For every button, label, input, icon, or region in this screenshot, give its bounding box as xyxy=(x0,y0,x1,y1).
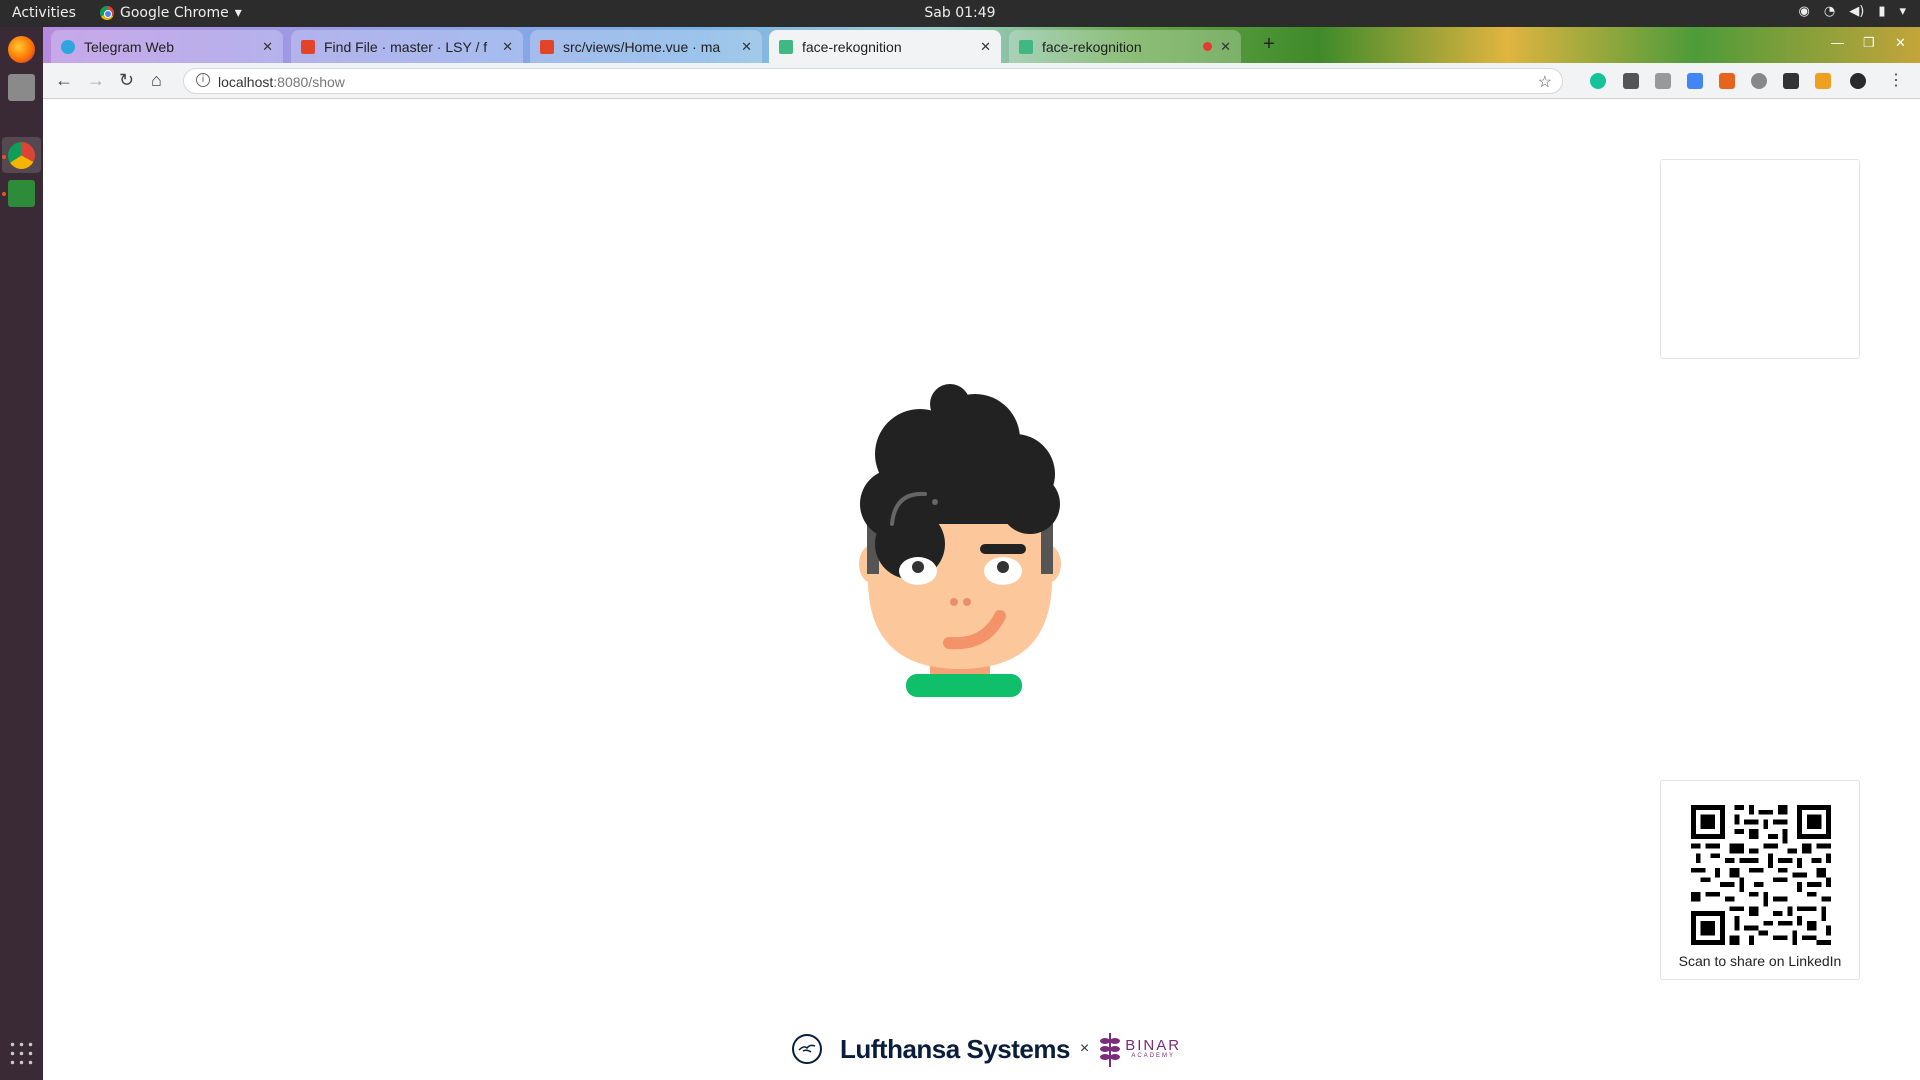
close-icon[interactable]: ✕ xyxy=(1220,39,1231,55)
vue-icon xyxy=(1019,39,1033,54)
camera-preview-box xyxy=(1660,159,1860,359)
activities-button[interactable]: Activities xyxy=(12,5,76,21)
avatar-nostril-left xyxy=(950,598,958,606)
gitlab-icon xyxy=(540,39,554,54)
home-icon[interactable]: ⌂ xyxy=(151,70,162,91)
url-path: :8080/show xyxy=(273,74,345,90)
forward-icon[interactable]: → xyxy=(87,70,105,91)
new-tab-button[interactable]: + xyxy=(1255,33,1283,57)
clock[interactable]: Sab 01:49 xyxy=(924,5,995,21)
tab-telegram[interactable]: Telegram Web ✕ xyxy=(51,30,283,63)
camera-icon[interactable] xyxy=(1655,73,1671,89)
qr-caption: Scan to share on LinkedIn xyxy=(1678,953,1842,969)
running-indicator xyxy=(2,192,6,196)
qr-code[interactable] xyxy=(1691,805,1831,945)
running-indicator xyxy=(2,155,6,159)
close-window-icon[interactable]: ✕ xyxy=(1895,35,1906,51)
close-icon[interactable]: ✕ xyxy=(741,39,752,55)
wifi-icon[interactable]: ◔ xyxy=(1824,4,1835,19)
tab-face-rekognition[interactable]: face-rekognition ✕ xyxy=(1009,30,1241,63)
vscode-icon[interactable] xyxy=(8,180,35,207)
system-tray[interactable]: ◉ ◔ ◀) ▮ ▾ xyxy=(1799,4,1906,19)
translate-icon[interactable] xyxy=(1687,73,1703,89)
lufthansa-systems-logo-text: Lufthansa Systems xyxy=(840,1033,1070,1064)
firefox-icon[interactable] xyxy=(8,36,35,63)
minimize-icon[interactable]: — xyxy=(1831,35,1844,50)
file-manager-icon[interactable] xyxy=(8,74,35,101)
app-menu-label: Google Chrome xyxy=(120,5,229,21)
tab-gitlab-home-vue[interactable]: src/views/Home.vue · ma ✕ xyxy=(530,30,762,63)
avatar-nostril-right xyxy=(963,598,971,606)
binar-subtitle: ACADEMY xyxy=(1131,1053,1175,1059)
binar-academy-logo: BINAR ACADEMY xyxy=(1099,1031,1181,1067)
back-icon[interactable]: ← xyxy=(55,70,73,91)
binar-wordmark: BINAR xyxy=(1125,1037,1182,1054)
brand-separator: × xyxy=(1079,1040,1090,1057)
grammarly-icon[interactable] xyxy=(1590,73,1606,89)
telegram-icon xyxy=(61,39,75,54)
close-icon[interactable]: ✕ xyxy=(262,39,273,55)
avatar-hair-shine-dot xyxy=(932,499,938,505)
eyedropper-icon[interactable] xyxy=(1623,73,1639,89)
avatar-eyebrow-right xyxy=(980,544,1026,554)
system-top-bar: Activities Google Chrome ▾ Sab 01:49 ◉ ◔… xyxy=(0,0,1920,27)
address-bar[interactable]: i localhost:8080/show ☆ xyxy=(183,68,1563,94)
bookmark-star-icon[interactable]: ☆ xyxy=(1538,72,1552,92)
avatar-pupil-right xyxy=(997,561,1009,573)
globe-icon[interactable] xyxy=(1751,73,1767,89)
binar-leaf-icon xyxy=(1100,1033,1121,1067)
extension-sc-icon[interactable] xyxy=(1719,73,1735,89)
chrome-tray-icon[interactable]: ◉ xyxy=(1799,4,1810,19)
browser-toolbar: ← → ↻ ⌂ i localhost:8080/show ☆ ⋮ xyxy=(43,63,1920,99)
dock xyxy=(0,27,43,1080)
linkedin-share-card: Scan to share on LinkedIn xyxy=(1660,780,1860,980)
app-menu[interactable]: Google Chrome ▾ xyxy=(100,5,242,21)
tab-strip: Telegram Web ✕ Find File · master · LSY … xyxy=(43,27,1920,63)
tab-title: face-rekognition xyxy=(1042,38,1142,55)
battery-icon[interactable]: ▮ xyxy=(1878,4,1885,19)
profile-avatar[interactable] xyxy=(1850,73,1866,89)
chevron-down-icon: ▾ xyxy=(234,5,242,21)
site-info-icon[interactable]: i xyxy=(196,73,210,87)
extension-dark-icon[interactable] xyxy=(1783,73,1799,89)
tab-title: src/views/Home.vue · ma xyxy=(563,38,721,55)
chrome-icon xyxy=(100,6,114,20)
avatar-illustration xyxy=(859,384,1061,697)
tab-title: face-rekognition xyxy=(802,38,902,55)
gitlab-icon xyxy=(301,39,315,54)
tab-gitlab-find-file[interactable]: Find File · master · LSY / f ✕ xyxy=(291,30,523,63)
footer-branding: Lufthansa Systems × BINAR ACADEMY xyxy=(792,1029,1181,1069)
avatar-eyebrow-left xyxy=(895,544,941,554)
chevron-down-icon[interactable]: ▾ xyxy=(1899,4,1906,19)
extension-badge-icon[interactable] xyxy=(1815,73,1831,89)
url-text[interactable]: localhost:8080/show xyxy=(218,74,345,90)
lufthansa-crane-icon xyxy=(792,1034,822,1064)
page-content: Scan to share on LinkedIn Lufthansa Syst… xyxy=(43,99,1920,1080)
close-icon[interactable]: ✕ xyxy=(502,39,513,55)
tab-title: Find File · master · LSY / f xyxy=(324,38,488,55)
close-icon[interactable]: ✕ xyxy=(980,39,991,55)
maximize-icon[interactable]: ❐ xyxy=(1863,35,1875,51)
avatar-collar xyxy=(906,674,1022,697)
menu-kebab-icon[interactable]: ⋮ xyxy=(1888,70,1904,89)
recording-icon xyxy=(1203,42,1213,51)
tab-title: Telegram Web xyxy=(84,38,175,55)
chrome-icon[interactable] xyxy=(8,142,35,169)
vue-icon xyxy=(779,39,793,54)
reload-icon[interactable]: ↻ xyxy=(119,70,134,91)
show-applications-icon[interactable] xyxy=(8,1040,35,1067)
avatar-pupil-left xyxy=(912,561,924,573)
url-host: localhost xyxy=(218,74,274,90)
volume-icon[interactable]: ◀) xyxy=(1849,4,1864,19)
tab-face-rekognition-active[interactable]: face-rekognition ✕ xyxy=(769,30,1001,63)
